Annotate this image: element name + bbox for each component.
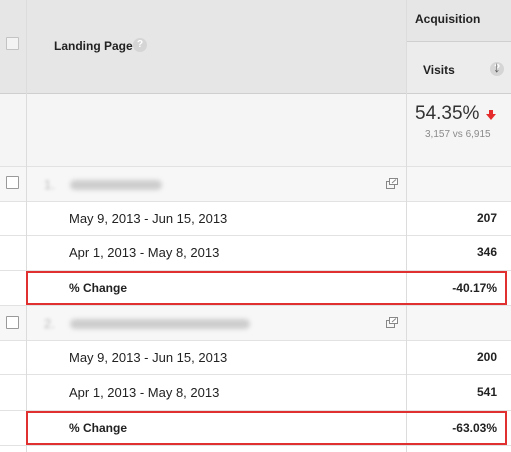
visits-column-header[interactable]: Visits ? ↓ [407,42,511,94]
date-range-label: May 9, 2013 - Jun 15, 2013 [69,350,228,365]
date-range-label: Apr 1, 2013 - May 8, 2013 [69,385,220,400]
open-page-icon[interactable] [386,178,398,189]
summary-row: 54.35% 3,157 vs 6,915 [0,94,511,167]
percent-change-value: -63.03% [452,421,497,435]
metric-group-header: Acquisition [407,0,511,42]
landing-page-column-label[interactable]: Landing Page [54,39,133,53]
visits-column-label[interactable]: Visits [423,63,455,77]
metric-group-label: Acquisition [415,12,481,26]
table-row[interactable]: 2. [0,306,511,341]
row-index: 1. [44,177,55,192]
sort-arrow-icon[interactable]: ↓ [493,59,501,76]
date-range-label: May 9, 2013 - Jun 15, 2013 [69,211,228,226]
table-row: May 9, 2013 - Jun 15, 2013 207 [0,202,511,236]
table-row: May 9, 2013 - Jun 15, 2013 200 [0,341,511,375]
landing-page-help-icon[interactable]: ? [133,38,147,52]
select-all-checkbox[interactable] [6,37,19,50]
table-row: Apr 1, 2013 - May 8, 2013 346 [0,236,511,271]
column-divider [406,0,407,452]
landing-page-link-blurred[interactable] [70,180,162,190]
open-page-icon[interactable] [386,317,398,328]
summary-comparison: 3,157 vs 6,915 [425,129,491,140]
landing-page-link-blurred[interactable] [70,319,250,329]
visits-value: 541 [476,385,497,399]
trend-down-icon [486,110,496,120]
table-row[interactable]: 1. [0,167,511,202]
visits-value: 200 [476,350,497,364]
row-index: 2. [44,316,55,331]
percent-change-value: -40.17% [452,281,497,295]
visits-value: 207 [476,211,497,225]
percent-change-label: % Change [69,281,128,295]
table-row: % Change -40.17% [0,271,511,306]
column-divider [26,0,27,452]
row-checkbox[interactable] [6,176,19,189]
percent-change-label: % Change [69,421,128,435]
summary-percent: 54.35% [415,103,480,124]
row-checkbox[interactable] [6,316,19,329]
table-row: Apr 1, 2013 - May 8, 2013 541 [0,375,511,411]
visits-value: 346 [476,245,497,259]
date-range-label: Apr 1, 2013 - May 8, 2013 [69,245,220,260]
table-row: % Change -63.03% [0,411,511,446]
